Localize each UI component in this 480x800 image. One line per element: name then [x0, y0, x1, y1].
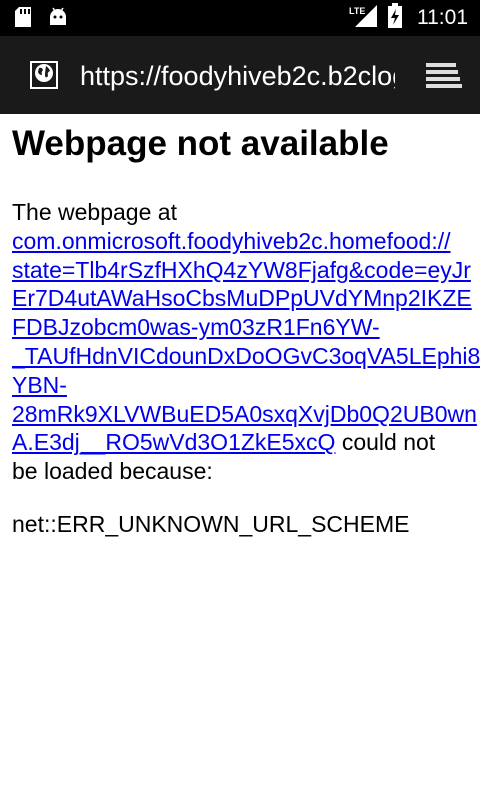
battery-charging-icon	[387, 2, 403, 34]
android-icon	[48, 7, 68, 32]
site-info-button[interactable]	[30, 61, 58, 89]
failed-url-link-line[interactable]: A.E3dj__RO5wVd3O1ZkE5xcQ	[12, 429, 335, 455]
browser-toolbar: https://foodyhiveb2c.b2clogin.com	[0, 36, 480, 114]
page-title: Webpage not available	[12, 124, 389, 163]
failed-url-link-line[interactable]: com.onmicrosoft.foodyhiveb2c.homefood://	[12, 227, 480, 256]
menu-button[interactable]	[422, 60, 466, 92]
status-left-icons	[14, 6, 68, 33]
error-message: The webpage at com.onmicrosoft.foodyhive…	[12, 198, 480, 486]
failed-url-link-line[interactable]: YBN-	[12, 371, 480, 400]
failed-url-link-line[interactable]: _TAUfHdnVICdounDxDoOGvC3oqVA5LEphi8	[12, 342, 480, 371]
failed-url-link-line[interactable]: Er7D4utAWaHsoCbsMuDPpUVdYMnp2IKZE	[12, 284, 480, 313]
could-not-text: could not	[335, 429, 436, 456]
status-right-icons: LTE 11:01	[349, 2, 468, 34]
status-bar: LTE 11:01	[0, 0, 480, 36]
url-bar[interactable]: https://foodyhiveb2c.b2clogin.com	[80, 58, 395, 94]
error-code: net::ERR_UNKNOWN_URL_SCHEME	[12, 510, 410, 537]
intro-text: The webpage at	[12, 199, 177, 225]
clock: 11:01	[417, 6, 468, 29]
menu-icon	[422, 63, 466, 96]
failed-url-link-line[interactable]: FDBJzobcm0was-ym03zR1Fn6YW-	[12, 313, 480, 342]
signal-icon: LTE	[349, 3, 379, 34]
globe-icon	[34, 63, 54, 88]
failed-url-link-line[interactable]: 28mRk9XLVWBuED5A0sxqXvjDb0Q2UB0wn	[12, 400, 480, 429]
network-label: LTE	[349, 6, 365, 16]
error-page: Webpage not available The webpage at com…	[12, 114, 480, 539]
loaded-because-text: be loaded because:	[12, 458, 213, 485]
sd-card-icon	[14, 6, 32, 33]
failed-url-link-line[interactable]: state=Tlb4rSzfHXhQ4zYW8Fjafg&code=eyJr	[12, 256, 480, 285]
